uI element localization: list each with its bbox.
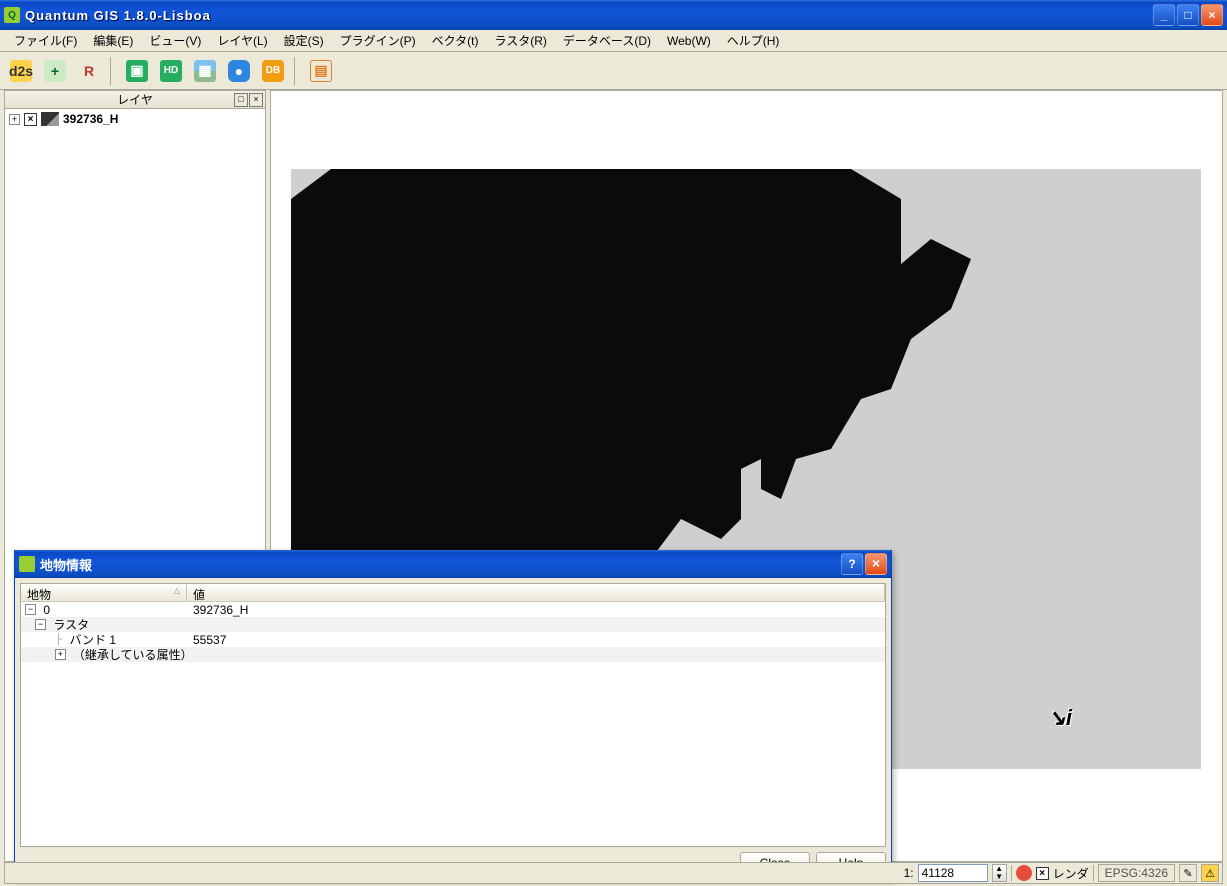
log-messages-button[interactable]: ✎ bbox=[1179, 864, 1197, 882]
layer-item[interactable]: + × 392736_H bbox=[5, 109, 265, 129]
table-row[interactable]: − 0 392736_H bbox=[21, 602, 885, 617]
toolbar-separator bbox=[294, 57, 300, 85]
sort-indicator-icon: △ bbox=[174, 586, 180, 595]
tool-hd-button[interactable]: HD bbox=[156, 56, 186, 86]
dialog-help-button[interactable]: ? bbox=[841, 553, 863, 575]
statusbar: 1: ▲▼ × レンダ EPSG:4326 ✎ ⚠ bbox=[4, 862, 1223, 884]
identify-results-table[interactable]: 地物 △ 値 − 0 392736_H − ラスタ ├ バンド 1 55537 … bbox=[20, 583, 886, 847]
expand-toggle[interactable]: + bbox=[55, 649, 66, 660]
raster-layer-icon bbox=[41, 112, 59, 126]
menu-vector[interactable]: ベクタ(t) bbox=[424, 30, 487, 51]
tool-image-button[interactable]: ▤ bbox=[306, 56, 336, 86]
render-checkbox[interactable]: × bbox=[1036, 867, 1049, 880]
identify-results-dialog: 地物情報 ? × 地物 △ 値 − 0 392736_H − ラスタ ├ バ bbox=[14, 550, 892, 880]
close-button[interactable]: × bbox=[1201, 4, 1223, 26]
dialog-title: 地物情報 bbox=[40, 555, 841, 574]
minimize-button[interactable]: _ bbox=[1153, 4, 1175, 26]
expand-toggle[interactable]: − bbox=[25, 604, 36, 615]
menu-file[interactable]: ファイル(F) bbox=[6, 30, 85, 51]
tree-connector-icon: ├ bbox=[55, 634, 62, 645]
scale-spin-buttons[interactable]: ▲▼ bbox=[992, 864, 1007, 882]
column-header-value[interactable]: 値 bbox=[187, 584, 885, 601]
tool-db-button[interactable]: DB bbox=[258, 56, 288, 86]
crs-button[interactable]: EPSG:4326 bbox=[1098, 864, 1175, 882]
render-label: レンダ bbox=[1053, 865, 1089, 882]
scale-prefix-label: 1: bbox=[904, 866, 914, 880]
dialog-titlebar[interactable]: 地物情報 ? × bbox=[15, 550, 891, 578]
stop-render-icon[interactable] bbox=[1016, 865, 1032, 881]
menu-help[interactable]: ヘルプ(H) bbox=[719, 30, 788, 51]
tool-landscape-button[interactable]: ▦ bbox=[190, 56, 220, 86]
menu-view[interactable]: ビュー(V) bbox=[141, 30, 209, 51]
dialog-close-button[interactable]: × bbox=[865, 553, 887, 575]
window-titlebar: Q Quantum GIS 1.8.0-Lisboa _ □ × bbox=[0, 0, 1227, 30]
column-header-feature[interactable]: 地物 △ bbox=[21, 584, 187, 601]
dock-close-button[interactable]: × bbox=[249, 93, 263, 107]
qgis-icon: Q bbox=[4, 7, 20, 23]
maximize-button[interactable]: □ bbox=[1177, 4, 1199, 26]
layer-visibility-checkbox[interactable]: × bbox=[24, 113, 37, 126]
menu-plugin[interactable]: プラグイン(P) bbox=[332, 30, 424, 51]
qgis-icon bbox=[19, 556, 35, 572]
window-title: Quantum GIS 1.8.0-Lisboa bbox=[25, 8, 1153, 23]
table-row[interactable]: ├ バンド 1 55537 bbox=[21, 632, 885, 647]
table-row[interactable]: − ラスタ bbox=[21, 617, 885, 632]
tool-wms-button[interactable]: ● bbox=[224, 56, 254, 86]
scale-input[interactable] bbox=[918, 864, 988, 882]
layer-name-label: 392736_H bbox=[63, 112, 118, 126]
tool-green1-button[interactable]: ▣ bbox=[122, 56, 152, 86]
menu-web[interactable]: Web(W) bbox=[659, 32, 719, 50]
menu-settings[interactable]: 設定(S) bbox=[276, 30, 332, 51]
menu-raster[interactable]: ラスタ(R) bbox=[487, 30, 555, 51]
layers-panel-title: レイヤ bbox=[117, 91, 153, 108]
table-row[interactable]: + （継承している属性） bbox=[21, 647, 885, 662]
add-raster-layer-button[interactable]: R bbox=[74, 56, 104, 86]
table-header-row: 地物 △ 値 bbox=[21, 584, 885, 602]
expand-toggle[interactable]: − bbox=[35, 619, 46, 630]
layers-panel-header: レイヤ □ × bbox=[5, 91, 265, 109]
expand-toggle[interactable]: + bbox=[9, 114, 20, 125]
toolbar-separator bbox=[110, 57, 116, 85]
toolbar: d2s + R ▣ HD ▦ ● DB ▤ bbox=[0, 52, 1227, 90]
menu-edit[interactable]: 編集(E) bbox=[85, 30, 141, 51]
menu-database[interactable]: データベース(D) bbox=[555, 30, 659, 51]
add-vector-layer-button[interactable]: + bbox=[40, 56, 70, 86]
warnings-button[interactable]: ⚠ bbox=[1201, 864, 1219, 882]
menu-layer[interactable]: レイヤ(L) bbox=[209, 30, 275, 51]
dock-float-button[interactable]: □ bbox=[234, 93, 248, 107]
d2s-button[interactable]: d2s bbox=[6, 56, 36, 86]
identify-cursor-icon: ↘i bbox=[1047, 705, 1072, 731]
menubar: ファイル(F) 編集(E) ビュー(V) レイヤ(L) 設定(S) プラグイン(… bbox=[0, 30, 1227, 52]
